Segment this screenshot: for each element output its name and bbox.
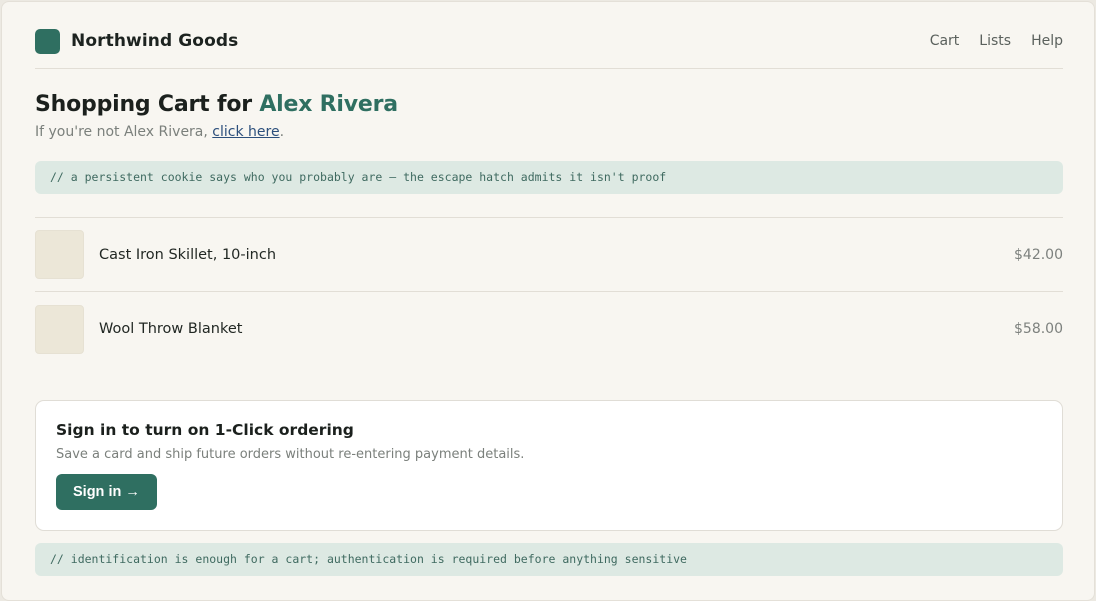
sign-in-button[interactable]: Sign in → (56, 474, 157, 510)
item-name[interactable]: Wool Throw Blanket (99, 321, 1014, 337)
item-price: $58.00 (1014, 321, 1063, 337)
user-name: Alex Rivera (259, 92, 398, 117)
nav-help-link[interactable]: Help (1031, 33, 1063, 49)
brand-logo-icon (35, 28, 60, 54)
not-you-suffix: . (279, 124, 285, 140)
item-thumbnail[interactable] (35, 304, 84, 354)
signin-subtitle: Save a card and ship future orders witho… (56, 447, 525, 462)
cookie-note: // a persistent cookie says who you prob… (35, 161, 1063, 194)
page-content: Northwind Goods Cart Lists Help Shopping… (35, 2, 1063, 576)
nav-lists-link[interactable]: Lists (979, 33, 1011, 49)
brand-name: Northwind Goods (71, 31, 239, 51)
browser-window: Northwind Goods Cart Lists Help Shopping… (1, 1, 1095, 601)
signin-title: Sign in to turn on 1-Click ordering (56, 421, 354, 439)
page-title-prefix: Shopping Cart for (35, 92, 260, 117)
signin-card: Sign in to turn on 1-Click ordering Save… (35, 400, 1063, 531)
not-you-link[interactable]: click here (212, 124, 279, 140)
not-you-text: If you're not Alex Rivera, (35, 124, 213, 140)
cart-item: Wool Throw Blanket $58.00 (35, 292, 1063, 366)
nav-cart-link[interactable]: Cart (930, 33, 960, 49)
brand[interactable]: Northwind Goods (35, 28, 239, 54)
item-thumbnail[interactable] (35, 230, 84, 279)
main-nav: Cart Lists Help (930, 33, 1063, 49)
cart-items: Cast Iron Skillet, 10-inch $42.00 Wool T… (35, 217, 1063, 366)
not-you-notice: If you're not Alex Rivera, click here. (35, 124, 1063, 140)
auth-note: // identification is enough for a cart; … (35, 543, 1063, 576)
item-name[interactable]: Cast Iron Skillet, 10-inch (99, 247, 1014, 263)
cart-item: Cast Iron Skillet, 10-inch $42.00 (35, 218, 1063, 292)
page-title: Shopping Cart for Alex Rivera (35, 92, 1063, 117)
top-bar: Northwind Goods Cart Lists Help (35, 2, 1063, 69)
item-price: $42.00 (1014, 246, 1063, 263)
